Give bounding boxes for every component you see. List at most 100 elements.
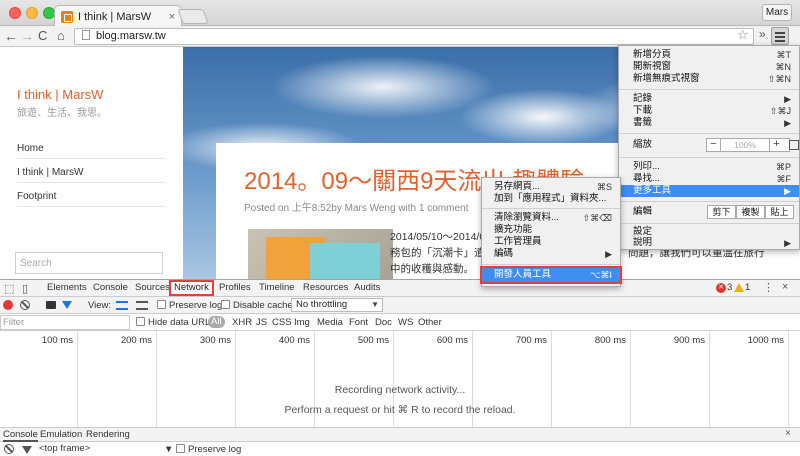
tab-timeline[interactable]: Timeline bbox=[259, 282, 295, 293]
menu-item-help[interactable]: 說明 ▶ bbox=[619, 237, 799, 249]
menu-item-history[interactable]: 記錄 ▶ bbox=[619, 93, 799, 105]
back-arrow-icon[interactable]: ← bbox=[4, 27, 18, 45]
filter-all[interactable]: All bbox=[208, 316, 225, 328]
cut-button[interactable]: 剪下 bbox=[707, 205, 736, 219]
more-options-icon[interactable]: ⋮ bbox=[763, 281, 774, 294]
capture-screenshots-icon[interactable] bbox=[46, 301, 56, 309]
tick-label: 500 ms bbox=[357, 335, 389, 346]
preserve-log-checkbox[interactable]: Preserve log bbox=[157, 300, 222, 311]
zoom-in-button[interactable]: + bbox=[769, 138, 783, 152]
filter-doc[interactable]: Doc bbox=[375, 317, 392, 328]
filter-icon[interactable] bbox=[62, 301, 72, 309]
submenu-item-developer-tools[interactable]: 開發人員工具 ⌥⌘I bbox=[480, 266, 622, 284]
nav-item-home[interactable]: Home bbox=[17, 135, 165, 159]
console-preserve-log-checkbox[interactable]: Preserve log bbox=[176, 444, 241, 455]
filter-other[interactable]: Other bbox=[418, 317, 442, 328]
filter-js[interactable]: JS bbox=[256, 317, 267, 328]
post-thumbnail[interactable] bbox=[248, 229, 393, 279]
submenu-item-save-page[interactable]: 另存網頁... ⌘S bbox=[482, 181, 620, 193]
error-icon[interactable]: ✕ bbox=[716, 283, 726, 293]
submenu-item-task-manager[interactable]: 工作管理員 bbox=[482, 236, 620, 248]
filter-css[interactable]: CSS bbox=[272, 317, 292, 328]
submenu-item-extensions[interactable]: 擴充功能 bbox=[482, 224, 620, 236]
console-dropdown-caret-icon[interactable]: ▼ bbox=[164, 444, 173, 455]
throttling-select[interactable]: No throttling ▼ bbox=[291, 298, 383, 312]
new-tab-button[interactable] bbox=[177, 9, 209, 24]
filter-ws[interactable]: WS bbox=[398, 317, 413, 328]
post-excerpt: 2014/05/10～2014/05 務包的「沉潮卡」遣 中的收穫與感動。 bbox=[390, 231, 492, 275]
site-title[interactable]: I think | MarsW bbox=[17, 87, 103, 102]
drawer-tab-rendering[interactable]: Rendering bbox=[86, 429, 130, 440]
filter-xhr[interactable]: XHR bbox=[232, 317, 252, 328]
filter-font[interactable]: Font bbox=[349, 317, 368, 328]
filter-img[interactable]: Img bbox=[294, 317, 310, 328]
search-input[interactable]: Search bbox=[15, 252, 163, 274]
tick-label: 600 ms bbox=[436, 335, 468, 346]
forward-arrow-icon[interactable]: → bbox=[20, 27, 34, 45]
network-timeline: 100 ms 200 ms 300 ms 400 ms 500 ms 600 m… bbox=[0, 331, 800, 431]
recording-message: Recording network activity... bbox=[334, 384, 466, 396]
close-drawer-icon[interactable]: × bbox=[785, 428, 791, 439]
tick-label: 400 ms bbox=[278, 335, 310, 346]
more-tools-submenu: 另存網頁... ⌘S 加到「應用程式」資料夾... 清除瀏覽資料... ⇧⌘⌫ 擴充… bbox=[480, 177, 622, 287]
hide-data-urls-checkbox[interactable]: Hide data URLs bbox=[136, 317, 215, 328]
filter-input[interactable]: Filter bbox=[0, 315, 130, 330]
profile-button[interactable]: Mars bbox=[762, 4, 792, 21]
inspect-element-icon[interactable]: ⬚ bbox=[4, 282, 14, 295]
tab-elements[interactable]: Elements bbox=[47, 282, 87, 293]
post-meta: Posted on 上午8:52by Mars Weng with 1 comm… bbox=[244, 203, 469, 214]
home-icon[interactable]: ⌂ bbox=[57, 27, 65, 45]
address-bar[interactable]: blog.marsw.tw bbox=[74, 28, 754, 45]
menu-item-incognito[interactable]: 新增無痕式視窗 ⇧⌘N bbox=[619, 73, 799, 85]
copy-button[interactable]: 複製 bbox=[736, 205, 765, 219]
clear-icon[interactable] bbox=[20, 300, 30, 310]
large-rows-icon[interactable] bbox=[116, 301, 128, 310]
tab-console[interactable]: Console bbox=[93, 282, 128, 293]
nav-item-footprint[interactable]: Footprint bbox=[17, 183, 165, 207]
menu-item-new-tab[interactable]: 新增分頁 ⌘T bbox=[619, 49, 799, 61]
filter-media[interactable]: Media bbox=[317, 317, 343, 328]
menu-item-new-window[interactable]: 開新視窗 ⌘N bbox=[619, 61, 799, 73]
menu-item-downloads[interactable]: 下載 ⇧⌘J bbox=[619, 105, 799, 117]
chrome-menu-button[interactable] bbox=[771, 27, 789, 45]
nav-item-i-think[interactable]: I think | MarsW bbox=[17, 159, 165, 183]
submenu-item-encoding[interactable]: 編碼 ▶ bbox=[482, 248, 620, 260]
tick-label: 700 ms bbox=[515, 335, 547, 346]
browser-tab[interactable]: I think | MarsW × bbox=[54, 5, 182, 27]
close-devtools-icon[interactable]: × bbox=[782, 281, 788, 293]
warning-icon[interactable] bbox=[734, 283, 744, 292]
tab-resources[interactable]: Resources bbox=[303, 282, 348, 293]
tab-network[interactable]: Network bbox=[169, 280, 214, 296]
zoom-out-button[interactable]: − bbox=[707, 138, 721, 152]
submenu-item-clear-browsing-data[interactable]: 清除瀏覽資料... ⇧⌘⌫ bbox=[482, 212, 620, 224]
extensions-overflow-icon[interactable]: » bbox=[759, 27, 766, 41]
submenu-item-add-to-apps[interactable]: 加到「應用程式」資料夾... bbox=[482, 193, 620, 205]
tab-profiles[interactable]: Profiles bbox=[219, 282, 251, 293]
view-label: View: bbox=[88, 300, 112, 311]
device-mode-icon[interactable]: ▯ bbox=[22, 282, 28, 295]
bookmark-star-icon[interactable]: ☆ bbox=[737, 27, 749, 43]
tab-close-icon[interactable]: × bbox=[169, 11, 175, 23]
drawer-tab-console[interactable]: Console bbox=[3, 429, 38, 442]
minimize-window-button[interactable] bbox=[26, 7, 38, 19]
menu-item-find[interactable]: 尋找... ⌘F bbox=[619, 173, 799, 185]
console-filter-icon[interactable] bbox=[22, 446, 32, 454]
overview-icon[interactable] bbox=[136, 301, 148, 310]
disable-cache-checkbox[interactable]: Disable cache bbox=[221, 300, 293, 311]
drawer-tab-emulation[interactable]: Emulation bbox=[40, 429, 82, 440]
tab-audits[interactable]: Audits bbox=[354, 282, 380, 293]
menu-item-print[interactable]: 列印... ⌘P bbox=[619, 161, 799, 173]
sidebar-nav: Home I think | MarsW Footprint bbox=[17, 135, 165, 207]
network-toolbar: View: Preserve log Disable cache No thro… bbox=[0, 297, 800, 314]
record-icon[interactable] bbox=[3, 300, 13, 310]
menu-item-more-tools[interactable]: 更多工具 ▶ bbox=[619, 185, 799, 197]
frame-select[interactable]: <top frame> bbox=[39, 443, 90, 454]
tab-sources[interactable]: Sources bbox=[135, 282, 170, 293]
clear-console-icon[interactable] bbox=[4, 444, 14, 454]
paste-button[interactable]: 貼上 bbox=[765, 205, 794, 219]
menu-item-bookmarks[interactable]: 書籤 ▶ bbox=[619, 117, 799, 129]
fullscreen-icon[interactable] bbox=[789, 140, 799, 150]
console-toolbar: <top frame> ▼ Preserve log bbox=[0, 442, 800, 456]
close-window-button[interactable] bbox=[9, 7, 21, 19]
reload-icon[interactable]: C bbox=[38, 27, 47, 45]
